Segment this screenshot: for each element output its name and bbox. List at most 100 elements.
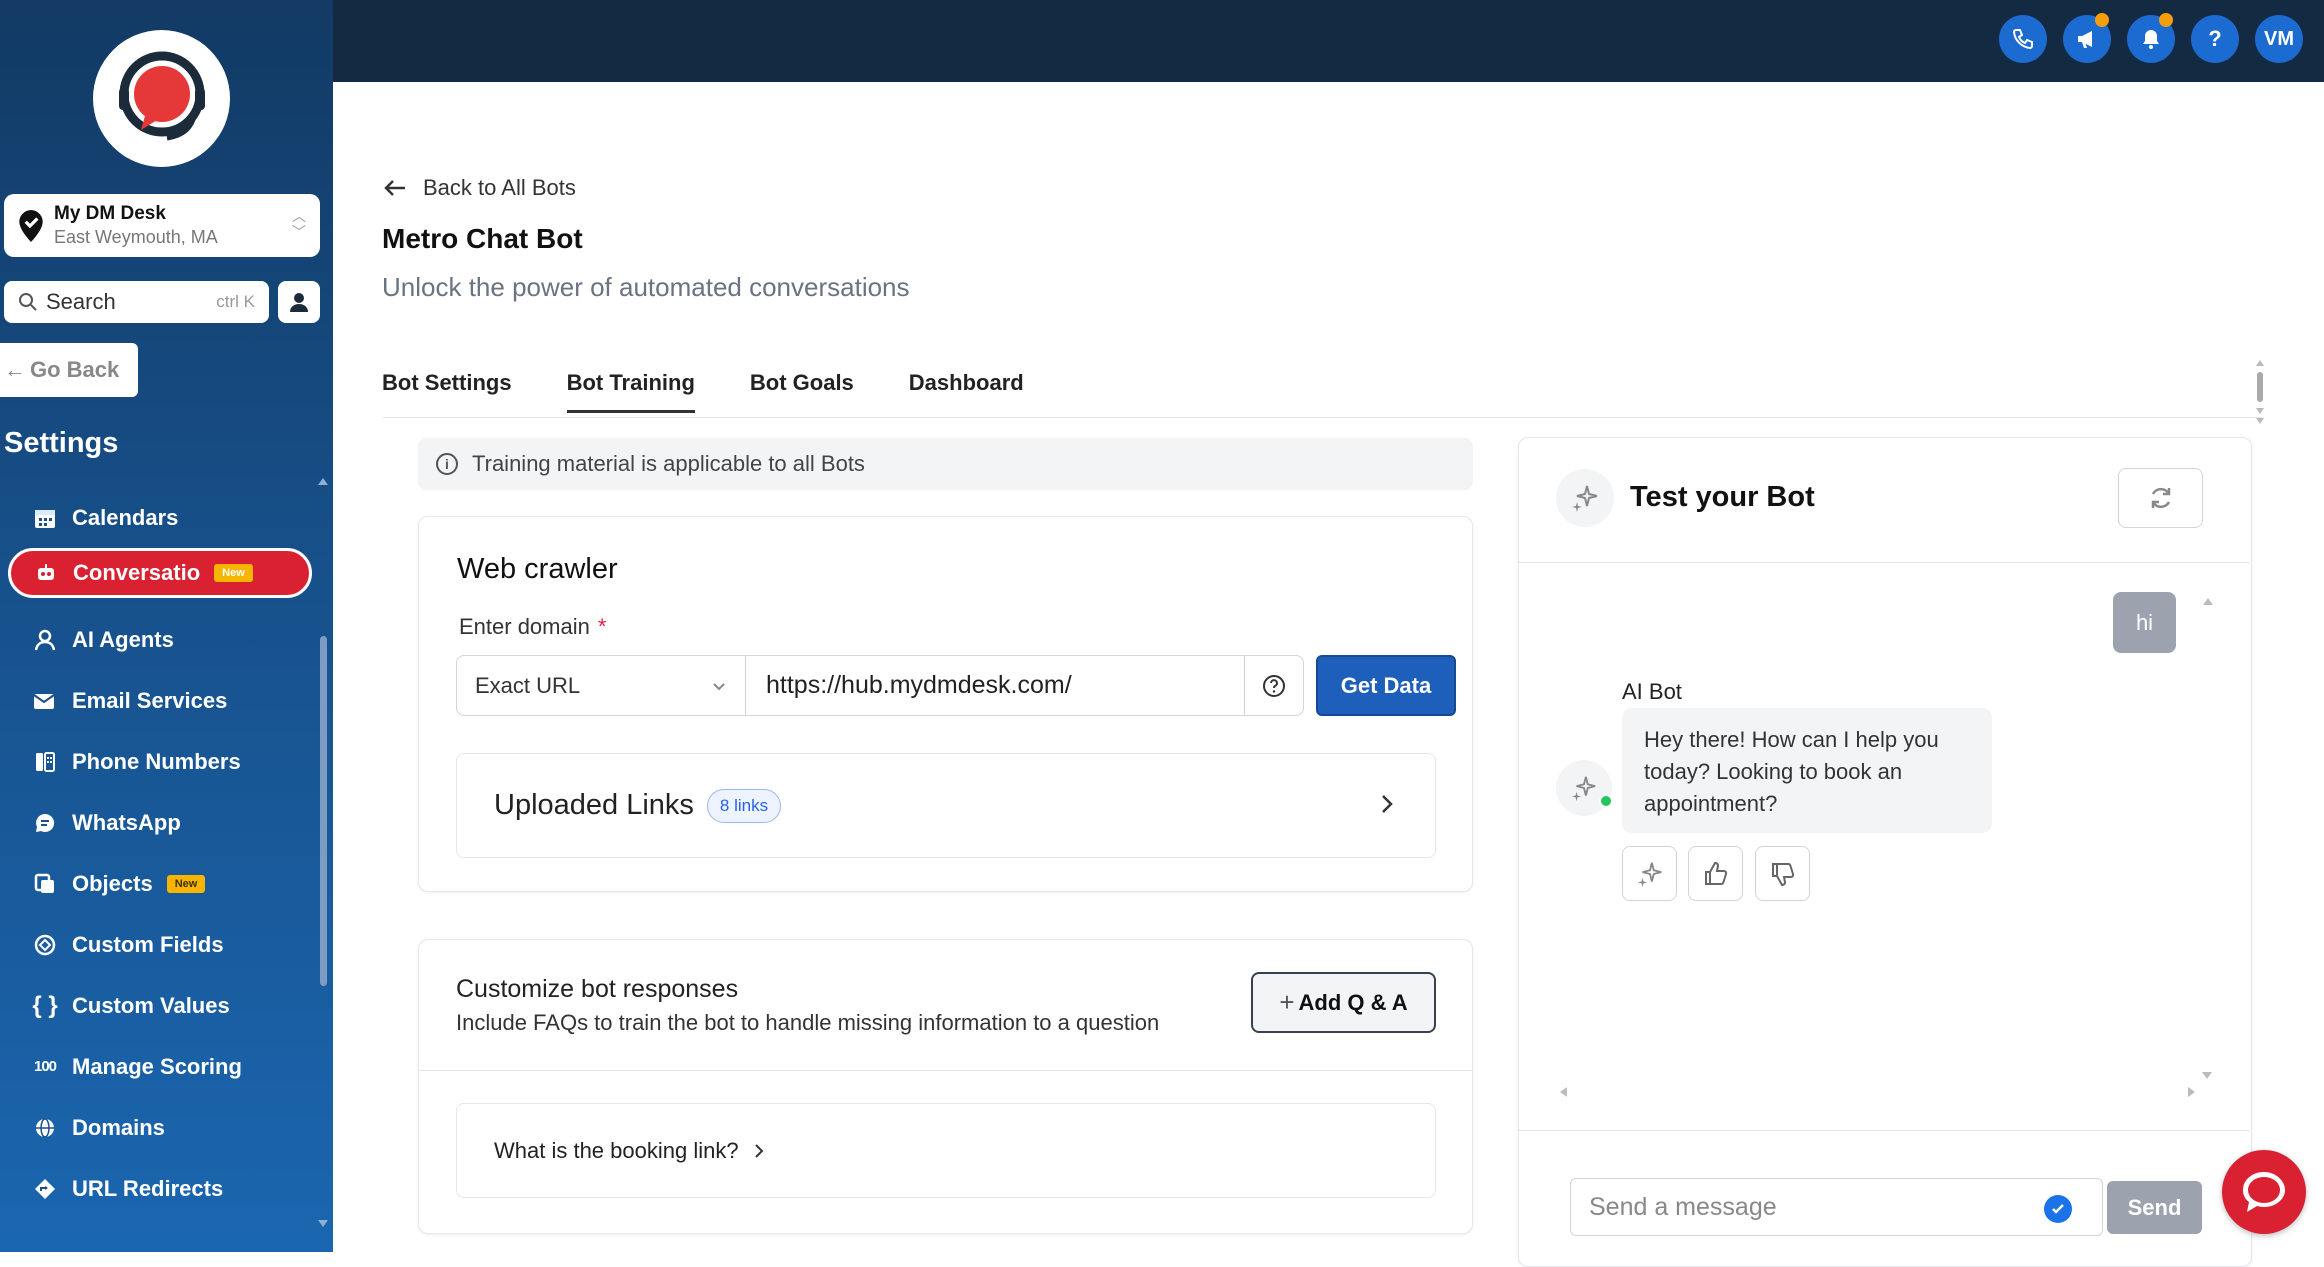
new-badge: New xyxy=(166,874,206,893)
braces-icon: { } xyxy=(32,991,58,1019)
faq-question: What is the booking link? xyxy=(494,1137,739,1163)
thumbs-down-button[interactable] xyxy=(1755,846,1810,901)
add-qa-button[interactable]: + Add Q & A xyxy=(1251,972,1436,1033)
sidebar-item-label: Calendars xyxy=(72,504,179,530)
user-profile-button[interactable] xyxy=(278,281,320,323)
chat-footer-divider xyxy=(1518,1130,2250,1131)
search-input[interactable]: Search ctrl K xyxy=(4,281,269,323)
sidebar-item-phone-numbers[interactable]: Phone Numbers xyxy=(0,731,320,792)
sidebar-item-label: Domains xyxy=(72,1114,165,1140)
arrow-left-icon: ← xyxy=(4,357,26,382)
sidebar: My DM Desk East Weymouth, MA ︿ ﹀ Search c… xyxy=(0,0,333,1252)
whatsapp-icon xyxy=(32,810,58,836)
sidebar-item-label: Email Services xyxy=(72,687,228,713)
tab-bar: Bot Settings Bot Training Bot Goals Dash… xyxy=(382,370,1079,413)
user-avatar[interactable]: VM xyxy=(2255,15,2303,63)
domain-help-button[interactable] xyxy=(1244,655,1304,716)
settings-nav: Calendars Conversatio New AI Agents Emai… xyxy=(0,487,320,1219)
thumbs-up-icon xyxy=(1704,861,1727,885)
sidebar-item-url-redirects[interactable]: URL Redirects xyxy=(0,1158,320,1219)
chat-bubble-icon xyxy=(2243,1172,2285,1212)
sidebar-item-manage-scoring[interactable]: 100 Manage Scoring xyxy=(0,1036,320,1097)
objects-icon xyxy=(32,871,58,897)
search-icon xyxy=(19,293,37,311)
send-button[interactable]: Send xyxy=(2107,1181,2202,1234)
announcements-button[interactable] xyxy=(2063,13,2111,63)
training-info-banner: i Training material is applicable to all… xyxy=(418,438,1473,490)
refresh-icon xyxy=(2151,487,2170,509)
faq-item[interactable]: What is the booking link? xyxy=(456,1103,1436,1198)
message-input[interactable]: Send a message xyxy=(1570,1178,2103,1236)
sidebar-item-email-services[interactable]: Email Services xyxy=(0,670,320,731)
sidebar-item-label: Custom Values xyxy=(72,992,230,1018)
megaphone-icon xyxy=(2078,31,2092,48)
chat-widget-button[interactable] xyxy=(2222,1150,2306,1234)
phone-numbers-icon xyxy=(32,749,58,775)
sidebar-item-label: Objects xyxy=(72,870,153,896)
sidebar-scrollbar[interactable] xyxy=(320,636,327,986)
regenerate-button[interactable] xyxy=(1622,846,1677,901)
match-type-select[interactable]: Exact URL xyxy=(456,655,746,716)
sidebar-item-custom-values[interactable]: { } Custom Values xyxy=(0,975,320,1036)
user-message-bubble: hi xyxy=(2113,592,2176,653)
get-data-button[interactable]: Get Data xyxy=(1316,655,1456,716)
brand-logo[interactable] xyxy=(93,30,230,167)
sparkle-avatar xyxy=(1556,469,1614,527)
sidebar-item-custom-fields[interactable]: Custom Fields xyxy=(0,914,320,975)
sidebar-item-label: Phone Numbers xyxy=(72,748,241,774)
tab-divider xyxy=(382,417,2262,418)
help-button[interactable]: ? xyxy=(2191,15,2239,63)
custom-fields-icon xyxy=(32,932,58,958)
tab-dashboard[interactable]: Dashboard xyxy=(909,370,1024,413)
notification-dot xyxy=(2159,13,2173,27)
chat-scroll-down[interactable] xyxy=(2202,1072,2212,1079)
phone-button[interactable] xyxy=(1999,15,2047,63)
thumbs-up-button[interactable] xyxy=(1688,846,1743,901)
chevron-updown-icon: ︿ ﹀ xyxy=(292,208,306,240)
sidebar-item-whatsapp[interactable]: WhatsApp xyxy=(0,792,320,853)
chat-scroll-up[interactable] xyxy=(2203,598,2213,605)
info-text: Training material is applicable to all B… xyxy=(472,451,865,476)
sidebar-item-label: AI Agents xyxy=(72,626,174,652)
bot-message-bubble: Hey there! How can I help you today? Loo… xyxy=(1622,708,1992,833)
go-back-label: Go Back xyxy=(30,357,120,382)
search-shortcut: ctrl K xyxy=(216,292,255,311)
sidebar-item-conversation-ai[interactable]: Conversatio New xyxy=(8,548,312,598)
sidebar-item-label: URL Redirects xyxy=(72,1175,224,1201)
scroll-up-arrow[interactable] xyxy=(318,478,328,485)
links-count-badge: 8 links xyxy=(706,788,782,823)
go-back-button[interactable]: ← Go Back xyxy=(0,343,138,397)
bell-icon xyxy=(2143,30,2159,49)
chevron-right-icon xyxy=(1382,795,1393,813)
uploaded-links-row[interactable]: Uploaded Links 8 links xyxy=(456,753,1436,858)
thumbs-down-icon xyxy=(1771,862,1794,886)
scroll-down-arrow[interactable] xyxy=(318,1220,328,1227)
card-divider xyxy=(419,1070,1472,1071)
question-circle-icon xyxy=(1263,674,1285,697)
tab-bot-training[interactable]: Bot Training xyxy=(566,370,695,413)
chevron-right-icon xyxy=(754,1143,763,1158)
domain-url-value: https://hub.mydmdesk.com/ xyxy=(766,671,1072,699)
refresh-chat-button[interactable] xyxy=(2118,468,2203,528)
custom-responses-title: Customize bot responses xyxy=(456,975,739,1003)
sidebar-item-calendars[interactable]: Calendars xyxy=(0,487,320,548)
chevron-down-icon xyxy=(713,683,725,691)
page-scrollbar[interactable] xyxy=(2256,360,2264,430)
chat-scroll-right[interactable] xyxy=(2188,1087,2195,1097)
notifications-button[interactable] xyxy=(2127,13,2175,63)
sidebar-item-objects[interactable]: Objects New xyxy=(0,853,320,914)
tab-bot-goals[interactable]: Bot Goals xyxy=(750,370,854,413)
sidebar-item-ai-agents[interactable]: AI Agents xyxy=(0,609,320,670)
phone-icon xyxy=(2012,29,2033,50)
sidebar-item-domains[interactable]: Domains xyxy=(0,1097,320,1158)
domain-url-input[interactable]: https://hub.mydmdesk.com/ xyxy=(745,655,1245,716)
sidebar-item-label: WhatsApp xyxy=(72,809,181,835)
location-switcher[interactable]: My DM Desk East Weymouth, MA ︿ ﹀ xyxy=(4,194,320,257)
chat-scroll-left[interactable] xyxy=(1560,1087,1567,1097)
add-qa-label: Add Q & A xyxy=(1298,989,1408,1015)
back-label: Back to All Bots xyxy=(423,175,576,200)
back-to-all-bots-link[interactable]: Back to All Bots xyxy=(383,175,576,201)
sparkle-icon xyxy=(1572,485,1598,512)
info-icon: i xyxy=(436,453,458,475)
tab-bot-settings[interactable]: Bot Settings xyxy=(382,370,512,413)
